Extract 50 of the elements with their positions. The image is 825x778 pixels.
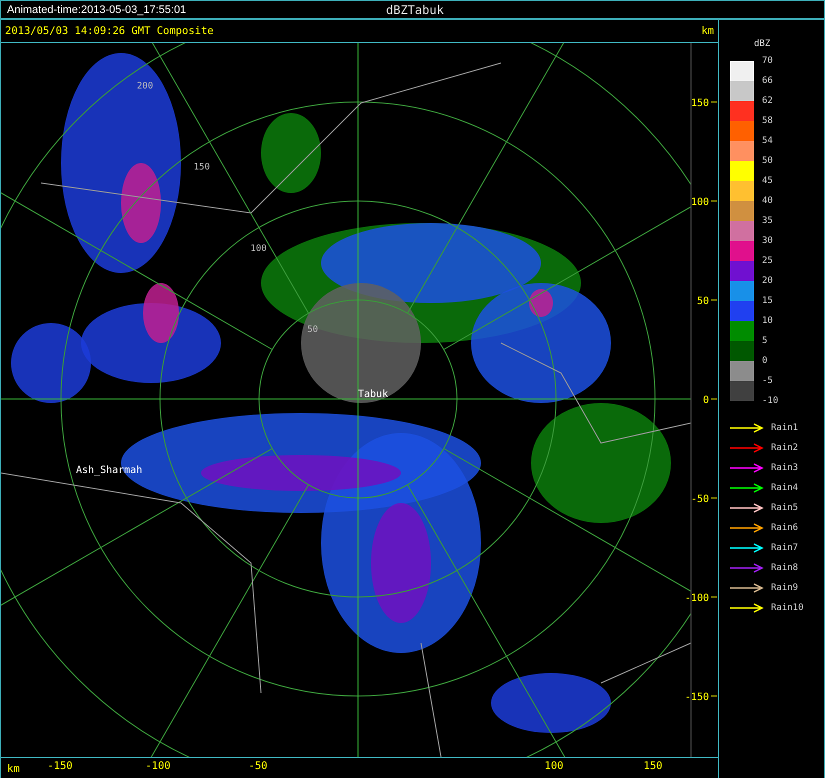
scale-value: 30 — [762, 236, 773, 246]
x-axis-tick: -100 — [144, 760, 172, 772]
animated-time: Animated-time:2013-05-03_17:55:01 — [7, 4, 186, 16]
x-axis-tick: 100 — [544, 760, 564, 772]
y-axis-tick: -150 — [684, 692, 718, 703]
window-title: dBZTabuk — [386, 2, 444, 16]
legend-title: dBZ — [754, 39, 770, 49]
x-axis-tick: -50 — [248, 760, 268, 772]
track-label: Rain4 — [771, 483, 798, 493]
scale-value: 25 — [762, 256, 773, 266]
y-axis-tick: 50 — [696, 296, 718, 307]
scale-value: -10 — [762, 396, 778, 406]
timestamp-caption: 2013/05/03 14:09:26 GMT Composite — [5, 25, 214, 37]
y-axis-tick: -50 — [690, 494, 718, 505]
scale-value: 20 — [762, 276, 773, 286]
track-label: Rain9 — [771, 583, 798, 593]
y-axis-tick: 0 — [702, 395, 718, 406]
y-axis-tick: 100 — [690, 197, 718, 208]
unit-label: km — [701, 25, 714, 37]
scale-value: 45 — [762, 176, 773, 186]
x-axis-unit: km — [7, 763, 20, 775]
scale-value: 35 — [762, 216, 773, 226]
track-label: Rain8 — [771, 563, 798, 573]
scale-value: 66 — [762, 76, 773, 86]
track-label: Rain6 — [771, 523, 798, 533]
track-label: Rain3 — [771, 463, 798, 473]
scale-value: 5 — [762, 336, 768, 346]
scale-value: 15 — [762, 296, 773, 306]
track-label: Rain10 — [771, 603, 804, 613]
track-label: Rain7 — [771, 543, 798, 553]
scale-value: 62 — [762, 96, 773, 106]
range-ring-label: 150 — [194, 162, 210, 173]
scale-value: 54 — [762, 136, 773, 146]
x-axis-tick: -150 — [46, 760, 74, 772]
scale-value: 58 — [762, 116, 773, 126]
scale-value: 50 — [762, 156, 773, 166]
track-label: Rain2 — [771, 443, 798, 453]
range-ring-label: 50 — [307, 324, 318, 335]
scale-value: 70 — [762, 56, 773, 66]
y-axis-tick: -100 — [684, 593, 718, 604]
range-ring-label: 100 — [250, 244, 267, 254]
y-axis-tick: 150 — [690, 98, 718, 109]
scale-value: -5 — [762, 376, 773, 386]
scale-value: 40 — [762, 196, 773, 206]
track-label: Rain5 — [771, 503, 798, 513]
scale-value: 0 — [762, 356, 768, 366]
scale-value: 10 — [762, 316, 773, 326]
range-ring-label: 200 — [136, 82, 154, 92]
track-label: Rain1 — [771, 423, 798, 433]
x-axis-tick: 150 — [642, 760, 664, 772]
